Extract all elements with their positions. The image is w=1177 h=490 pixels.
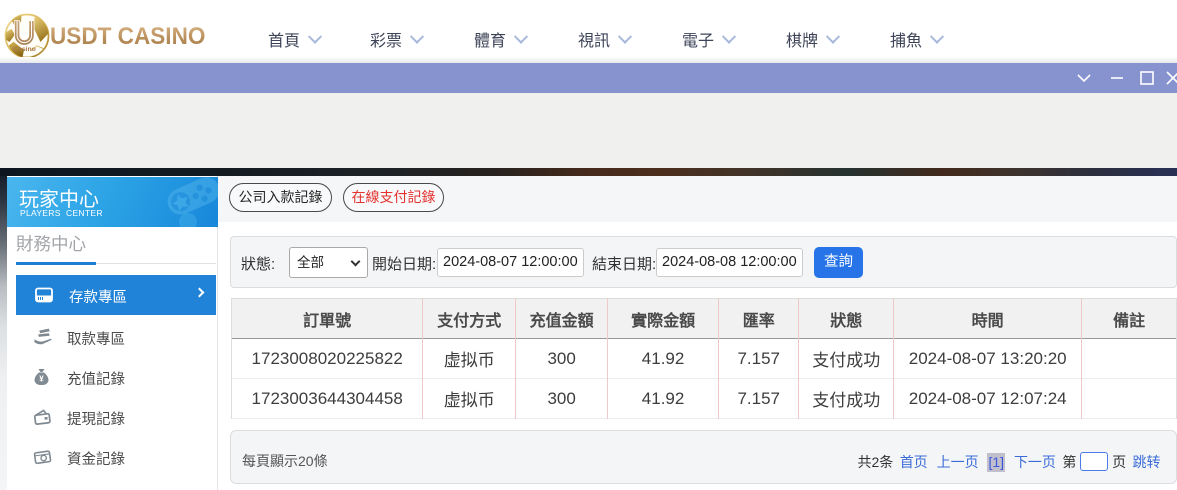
svg-text:Casino: Casino: [13, 46, 36, 53]
svg-text:¥: ¥: [39, 375, 44, 384]
